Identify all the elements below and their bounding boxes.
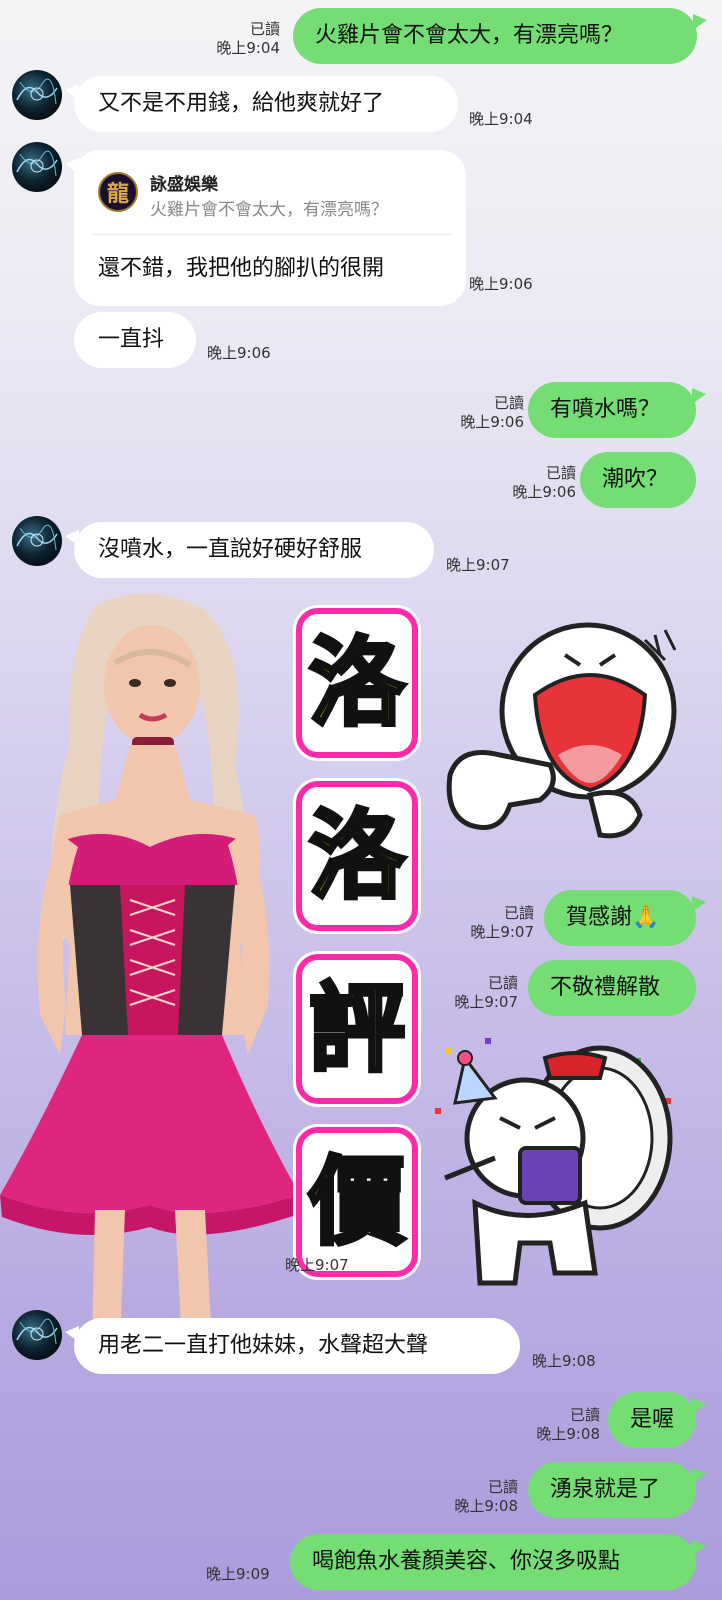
message-meta: 已讀 晚上9:07 (470, 904, 534, 942)
message-meta: 已讀 晚上9:08 (454, 1478, 518, 1516)
quoted-message[interactable]: 龍 詠盛娛樂 火雞片會不會太大，有漂亮嗎？ (92, 164, 452, 235)
message-text: 還不錯，我把他的腳扒的很開 (98, 256, 385, 281)
message-time: 晚上9:06 (207, 344, 271, 362)
message-meta: 已讀 晚上9:06 (512, 464, 576, 502)
message-time: 晚上9:06 (512, 483, 576, 501)
avatar-image (16, 150, 58, 177)
message-time: 晚上9:08 (454, 1497, 518, 1515)
message-text: 又不是不用錢，給他爽就好了 (98, 91, 385, 117)
message-text: 有噴水嗎？ (550, 397, 661, 423)
contact-avatar[interactable] (12, 70, 62, 120)
contact-avatar[interactable] (12, 142, 62, 192)
read-status: 已讀 (503, 904, 534, 922)
incoming-message[interactable]: 沒噴水，一直說好硬好舒服 (65, 522, 434, 578)
sender-logo: 龍 (98, 172, 138, 212)
shouting-moon-sticker (446, 622, 677, 839)
outgoing-message[interactable]: 喝飽魚水養顏美容、你沒多吸點 (290, 1534, 706, 1590)
message-time: 晚上9:06 (469, 275, 533, 293)
quoted-text: 火雞片會不會太大，有漂亮嗎？ (150, 200, 388, 220)
reply-message[interactable]: 龍 詠盛娛樂 火雞片會不會太大，有漂亮嗎？ 還不錯，我把他的腳扒的很開 (65, 150, 466, 306)
contact-avatar[interactable] (12, 516, 62, 566)
message-text: 用老二一直打他妹妹，水聲超大聲 (98, 1333, 429, 1359)
message-text: 是喔 (630, 1407, 675, 1433)
message-text: 一直抖 (98, 327, 165, 353)
read-status: 已讀 (487, 974, 518, 992)
message-time: 晚上9:07 (446, 556, 510, 574)
message-time: 晚上9:08 (532, 1352, 596, 1370)
big-char: 評 (296, 954, 418, 1104)
message-text: 賀感謝🙏 (566, 905, 660, 931)
read-status: 已讀 (487, 1478, 518, 1496)
message-time: 晚上9:06 (460, 413, 524, 431)
incoming-message[interactable]: 一直抖 (74, 312, 196, 368)
message-text: 火雞片會不會太大，有漂亮嗎？ (315, 23, 624, 49)
review-title-overlay: 洛 洛 評 價 (296, 608, 422, 1300)
big-char: 洛 (296, 608, 418, 758)
message-time: 晚上9:08 (536, 1425, 600, 1443)
message-text: 不敬禮解散 (550, 975, 661, 1001)
read-status: 已讀 (569, 1406, 600, 1424)
avatar-image (16, 78, 58, 105)
message-text: 喝飽魚水養顏美容、你沒多吸點 (312, 1549, 621, 1575)
drummer-moon-sticker (435, 1038, 673, 1286)
message-time: 晚上9:07 (470, 923, 534, 941)
message-time: 晚上9:07 (285, 1256, 349, 1274)
outgoing-message[interactable]: 賀感謝🙏 (544, 890, 706, 946)
message-meta: 已讀 晚上9:06 (460, 394, 524, 432)
outgoing-message[interactable]: 潮吹？ (580, 452, 696, 508)
message-time: 晚上9:09 (206, 1565, 270, 1583)
message-text: 湧泉就是了 (550, 1477, 661, 1503)
message-text: 潮吹？ (602, 467, 669, 493)
message-time: 晚上9:04 (216, 39, 280, 57)
outgoing-message[interactable]: 不敬禮解散 (528, 960, 696, 1016)
incoming-message[interactable]: 又不是不用錢，給他爽就好了 (65, 76, 458, 132)
contact-avatar[interactable] (12, 1310, 62, 1360)
big-char: 價 (296, 1127, 418, 1277)
quoted-sender-name: 詠盛娛樂 (150, 175, 218, 195)
big-char: 洛 (296, 781, 418, 931)
message-meta: 已讀 晚上9:08 (536, 1406, 600, 1444)
message-time: 晚上9:04 (469, 110, 533, 128)
chat-area[interactable]: 已讀 晚上9:04 火雞片會不會太大，有漂亮嗎？ 又不是不用錢，給他爽就好了 晚… (0, 0, 722, 1600)
message-time: 晚上9:07 (454, 993, 518, 1011)
message-text: 沒噴水，一直說好硬好舒服 (98, 537, 363, 563)
message-meta: 已讀 晚上9:04 (216, 20, 280, 58)
incoming-message[interactable]: 用老二一直打他妹妹，水聲超大聲 (65, 1318, 520, 1374)
message-meta: 已讀 晚上9:07 (454, 974, 518, 1012)
avatar-image (16, 1318, 58, 1345)
outgoing-message[interactable]: 是喔 (608, 1392, 706, 1448)
woman-illustration (0, 593, 300, 1345)
outgoing-message[interactable]: 湧泉就是了 (528, 1462, 706, 1518)
read-status: 已讀 (493, 394, 524, 412)
outgoing-message[interactable]: 火雞片會不會太大，有漂亮嗎？ (293, 8, 707, 64)
read-status: 已讀 (545, 464, 576, 482)
avatar-image (16, 524, 58, 551)
read-status: 已讀 (249, 20, 280, 38)
outgoing-message[interactable]: 有噴水嗎？ (528, 382, 706, 438)
